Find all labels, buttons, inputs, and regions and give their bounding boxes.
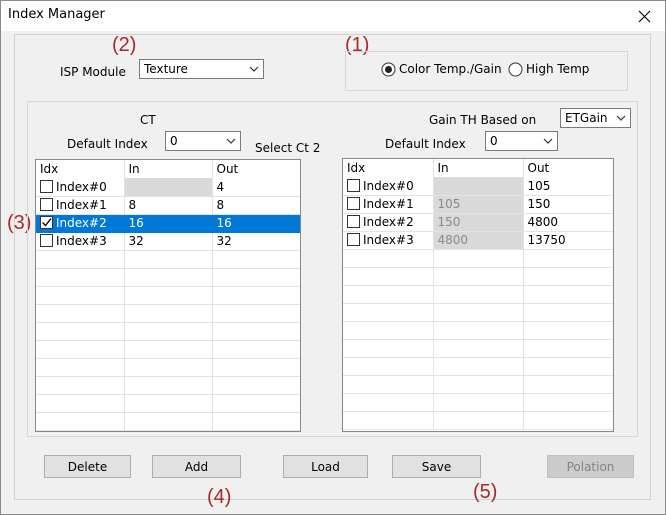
ct-default-index-value: 0	[170, 134, 178, 148]
idx-cell: Index#3	[363, 233, 414, 247]
ct-table[interactable]: Idx In Out Index#0 4 Index#1 8 8 Index#2…	[35, 159, 301, 432]
ct-title: CT	[140, 113, 156, 127]
idx-cell: Index#1	[56, 198, 107, 212]
out-cell: 32	[212, 232, 300, 251]
gain-default-index-dropdown[interactable]: 0	[485, 131, 558, 151]
row-checkbox[interactable]	[40, 234, 53, 247]
out-cell: 150	[523, 195, 613, 214]
close-icon	[638, 10, 650, 22]
idx-cell: Index#3	[56, 234, 107, 248]
column-header-idx[interactable]: Idx	[36, 160, 125, 178]
out-cell: 13750	[523, 231, 613, 250]
annotation-2: (2)	[112, 34, 137, 56]
chevron-down-icon	[249, 66, 259, 72]
row-checkbox[interactable]	[347, 178, 360, 192]
out-cell: 4800	[523, 213, 613, 232]
checkmark-icon	[42, 218, 52, 227]
column-header-idx[interactable]: Idx	[343, 159, 434, 177]
window-title: Index Manager	[8, 7, 105, 22]
gain-th-label: Gain TH Based on	[429, 113, 537, 127]
annotation-5: (5)	[473, 481, 498, 503]
table-row[interactable]: Index#2 150 4800	[343, 213, 613, 232]
color-temp-radio[interactable]	[381, 62, 396, 77]
in-cell: 16	[124, 214, 213, 233]
chevron-down-icon	[226, 138, 236, 144]
out-cell: 105	[523, 177, 613, 196]
idx-cell: Index#2	[363, 215, 414, 229]
column-header-in[interactable]: In	[124, 160, 213, 178]
row-checkbox[interactable]	[347, 215, 360, 228]
row-checkbox[interactable]	[40, 198, 53, 211]
out-cell: 16	[212, 214, 300, 233]
select-ct-label: Select Ct 2	[255, 141, 321, 155]
gain-th-value: ETGain	[565, 111, 608, 125]
isp-module-label: ISP Module	[60, 65, 126, 79]
delete-button[interactable]: Delete	[44, 455, 131, 478]
ct-default-index-dropdown[interactable]: 0	[165, 131, 241, 151]
in-cell	[433, 177, 524, 196]
in-cell: 105	[433, 195, 524, 214]
table-row[interactable]: Index#3 4800 13750	[343, 231, 613, 250]
column-header-in[interactable]: In	[433, 159, 524, 177]
idx-cell: Index#2	[56, 216, 107, 230]
high-temp-radio[interactable]	[508, 62, 523, 77]
high-temp-label: High Temp	[526, 62, 590, 76]
gain-table-header: Idx In Out	[343, 159, 613, 177]
table-row[interactable]: Index#0 105	[343, 177, 613, 196]
idx-cell: Index#0	[363, 178, 414, 193]
row-checkbox[interactable]	[347, 197, 360, 210]
idx-cell: Index#1	[363, 197, 414, 211]
polation-button[interactable]: Polation	[547, 455, 634, 478]
out-cell: 4	[212, 178, 300, 197]
column-header-out[interactable]: Out	[523, 159, 613, 177]
table-row[interactable]: Index#1 105 150	[343, 195, 613, 214]
isp-module-value: Texture	[144, 62, 188, 76]
ct-table-header: Idx In Out	[36, 160, 300, 178]
row-checkbox[interactable]	[347, 233, 360, 246]
row-checkbox-checked[interactable]	[40, 216, 53, 229]
ct-default-index-label: Default Index	[67, 137, 148, 151]
out-cell: 8	[212, 196, 300, 215]
annotation-4: (4)	[207, 486, 232, 508]
isp-module-dropdown[interactable]: Texture	[139, 59, 264, 79]
gain-table[interactable]: Idx In Out Index#0 105 Index#1 105 150 I…	[342, 158, 614, 432]
close-button[interactable]	[629, 3, 659, 29]
table-row[interactable]: Index#1 8 8	[36, 196, 300, 215]
load-button[interactable]: Load	[283, 455, 368, 478]
table-row-selected[interactable]: Index#2 16 16	[36, 214, 300, 233]
in-cell: 4800	[433, 231, 524, 250]
column-header-out[interactable]: Out	[212, 160, 300, 178]
save-button[interactable]: Save	[392, 455, 481, 478]
in-cell: 8	[124, 196, 213, 215]
table-row[interactable]: Index#3 32 32	[36, 232, 300, 251]
idx-cell: Index#0	[56, 179, 107, 194]
row-checkbox[interactable]	[40, 179, 53, 193]
add-button[interactable]: Add	[152, 455, 241, 478]
chevron-down-icon	[616, 115, 626, 121]
title-bar: Index Manager	[1, 1, 665, 31]
gain-default-index-label: Default Index	[385, 137, 466, 151]
in-cell	[124, 178, 213, 197]
in-cell: 150	[433, 213, 524, 232]
color-temp-label: Color Temp./Gain	[399, 62, 502, 76]
gain-th-dropdown[interactable]: ETGain	[560, 108, 631, 128]
table-row[interactable]: Index#0 4	[36, 178, 300, 197]
chevron-down-icon	[543, 138, 553, 144]
in-cell: 32	[124, 232, 213, 251]
gain-default-index-value: 0	[490, 134, 498, 148]
